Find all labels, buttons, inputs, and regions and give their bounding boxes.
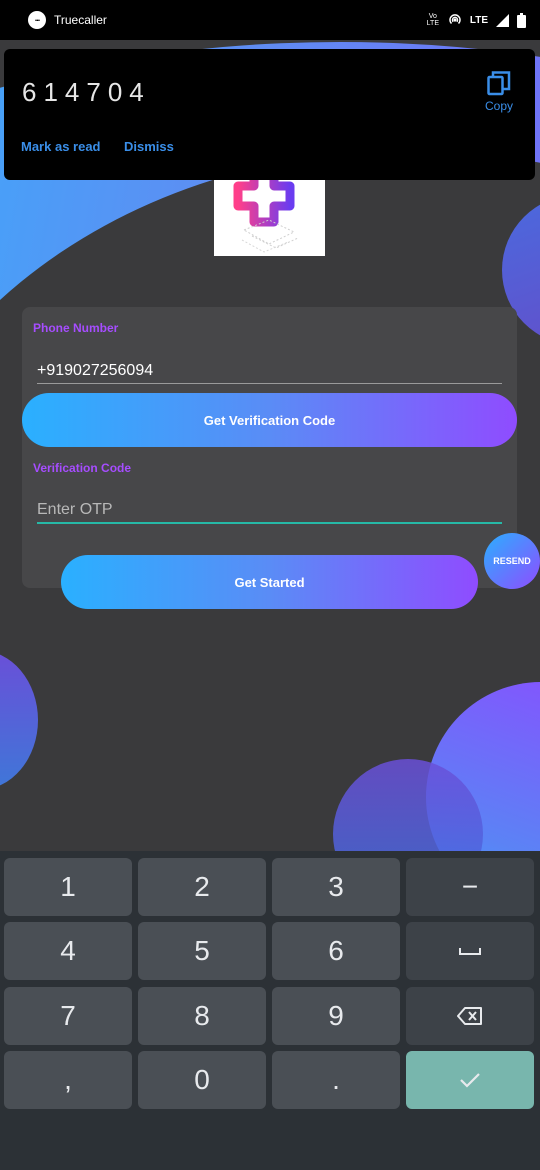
key-space[interactable]: [406, 922, 534, 980]
key-0[interactable]: 0: [138, 1051, 266, 1109]
resend-button[interactable]: RESEND: [484, 533, 540, 589]
key-4[interactable]: 4: [4, 922, 132, 980]
key-9[interactable]: 9: [272, 987, 400, 1045]
copy-label: Copy: [484, 99, 513, 113]
key-3[interactable]: 3: [272, 858, 400, 916]
copy-icon: [487, 71, 511, 96]
key-5[interactable]: 5: [138, 922, 266, 980]
otp-label: Verification Code: [33, 461, 132, 475]
key-8[interactable]: 8: [138, 987, 266, 1045]
copy-button[interactable]: Copy: [478, 71, 520, 113]
space-icon: [459, 948, 481, 955]
key-minus[interactable]: −: [406, 858, 534, 916]
app-logo: [214, 170, 325, 256]
screen: ... Truecaller Vo LTE LTE 614704 Copy Ma…: [0, 0, 540, 1170]
battery-icon: [517, 12, 526, 28]
volte-indicator: Vo LTE: [426, 13, 439, 27]
key-enter[interactable]: [406, 1051, 534, 1109]
hotspot-icon: [449, 14, 461, 25]
phone-input[interactable]: [37, 360, 502, 382]
key-7[interactable]: 7: [4, 987, 132, 1045]
login-card: [22, 307, 517, 588]
message-icon: ...: [28, 11, 46, 29]
numeric-keyboard: 1 2 3 − 4 5 6 7 8 9 , 0 .: [0, 851, 540, 1170]
otp-code: 614704: [22, 77, 151, 107]
backspace-icon: [457, 1007, 482, 1025]
phone-label: Phone Number: [33, 321, 119, 335]
get-started-button[interactable]: Get Started: [61, 555, 478, 609]
phone-underline: [37, 383, 502, 384]
key-period[interactable]: .: [272, 1051, 400, 1109]
mark-as-read-button[interactable]: Mark as read: [21, 139, 101, 154]
get-verification-code-button[interactable]: Get Verification Code: [22, 393, 517, 447]
status-app-name: Truecaller: [54, 13, 107, 27]
key-6[interactable]: 6: [272, 922, 400, 980]
check-icon: [460, 1073, 480, 1088]
key-comma[interactable]: ,: [4, 1051, 132, 1109]
key-2[interactable]: 2: [138, 858, 266, 916]
lte-indicator: LTE: [469, 14, 488, 26]
key-1[interactable]: 1: [4, 858, 132, 916]
signal-icon: [496, 13, 509, 27]
status-bar: ... Truecaller Vo LTE LTE: [0, 0, 540, 40]
otp-notification: 614704 Copy Mark as read Dismiss: [4, 49, 535, 180]
dismiss-button[interactable]: Dismiss: [124, 139, 174, 154]
otp-input[interactable]: [37, 499, 502, 521]
key-backspace[interactable]: [406, 987, 534, 1045]
otp-underline: [37, 522, 502, 524]
status-icons: Vo LTE LTE: [426, 12, 526, 28]
